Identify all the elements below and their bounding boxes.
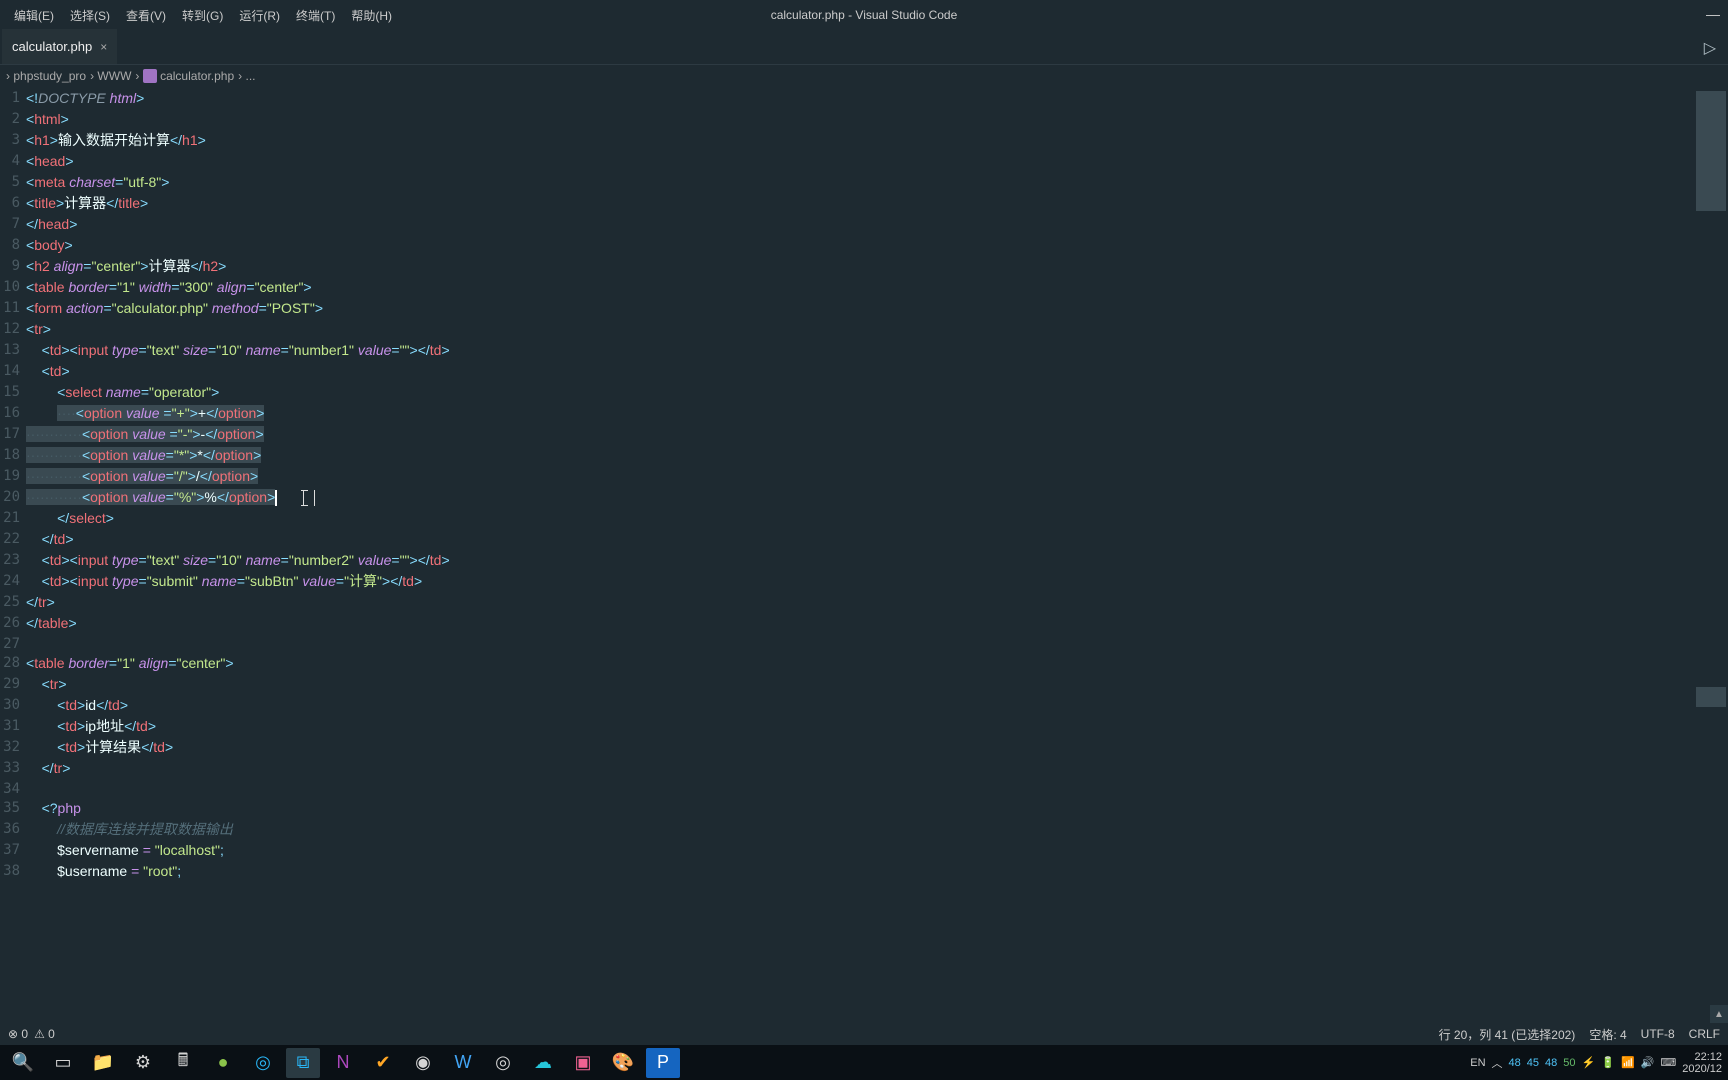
tray-temp2[interactable]: 45 — [1527, 1057, 1539, 1069]
menu-edit[interactable]: 编辑(E) — [6, 7, 62, 24]
taskbar-check-icon[interactable]: ✔ — [366, 1048, 400, 1078]
status-cursor-pos[interactable]: 行 20，列 41 (已选择202) — [1439, 1026, 1576, 1043]
scroll-up-icon[interactable]: ▲ — [1710, 1005, 1728, 1023]
taskbar-paint-icon[interactable]: 🎨 — [606, 1048, 640, 1078]
status-eol[interactable]: CRLF — [1689, 1027, 1720, 1041]
breadcrumb: › phpstudy_pro › WWW › calculator.php › … — [0, 65, 1728, 87]
taskbar-word-icon[interactable]: W — [446, 1048, 480, 1078]
menu-terminal[interactable]: 终端(T) — [288, 7, 343, 24]
status-bar: ⊗ 0 ⚠ 0 行 20，列 41 (已选择202) 空格: 4 UTF-8 C… — [0, 1023, 1728, 1045]
tray-temp3[interactable]: 48 — [1545, 1057, 1557, 1069]
taskbar-settings-icon[interactable]: ⚙ — [126, 1048, 160, 1078]
tab-calculator[interactable]: calculator.php × — [2, 29, 117, 64]
taskbar-calculator-icon[interactable]: 🖩 — [166, 1048, 200, 1078]
taskbar-bili-icon[interactable]: ▣ — [566, 1048, 600, 1078]
menu-bar: 编辑(E) 选择(S) 查看(V) 转到(G) 运行(R) 终端(T) 帮助(H… — [0, 0, 1728, 30]
minimap[interactable] — [1684, 87, 1728, 1023]
tab-bar: calculator.php × ▷ — [0, 30, 1728, 65]
menu-select[interactable]: 选择(S) — [62, 7, 118, 24]
ibeam-cursor-icon — [303, 490, 315, 506]
run-icon[interactable]: ▷ — [1704, 38, 1716, 58]
crumb-www[interactable]: › WWW — [90, 69, 131, 83]
tray-bolt-icon[interactable]: ⚡ — [1582, 1056, 1596, 1069]
tray-battery-icon[interactable]: 🔋 — [1601, 1056, 1615, 1069]
menu-view[interactable]: 查看(V) — [118, 7, 174, 24]
crumb-phpstudy[interactable]: › phpstudy_pro — [6, 69, 86, 83]
taskbar-file-explorer-icon[interactable]: 📁 — [86, 1048, 120, 1078]
status-warnings[interactable]: ⚠ 0 — [34, 1027, 55, 1041]
php-file-icon — [143, 69, 157, 83]
taskbar-edge-icon[interactable]: ◎ — [246, 1048, 280, 1078]
crumb-more[interactable]: › ... — [238, 69, 255, 83]
tray-temp1[interactable]: 48 — [1509, 1057, 1521, 1069]
status-encoding[interactable]: UTF-8 — [1641, 1027, 1675, 1041]
taskbar-ps-icon[interactable]: P — [646, 1048, 680, 1078]
status-errors[interactable]: ⊗ 0 — [8, 1027, 28, 1041]
taskbar-flow-icon[interactable]: ☁ — [526, 1048, 560, 1078]
menu-goto[interactable]: 转到(G) — [174, 7, 231, 24]
tray-wifi-icon[interactable]: 📶 — [1621, 1056, 1635, 1069]
taskbar-360-icon[interactable]: ● — [206, 1048, 240, 1078]
tray-volume-icon[interactable]: 🔊 — [1641, 1056, 1655, 1069]
window-minimize[interactable]: — — [1706, 6, 1720, 22]
tray-keyboard-icon[interactable]: ⌨ — [1660, 1056, 1676, 1069]
crumb-file[interactable]: › calculator.php — [135, 69, 234, 84]
menu-help[interactable]: 帮助(H) — [343, 7, 400, 24]
taskbar-target-icon[interactable]: ◎ — [486, 1048, 520, 1078]
taskbar-chrome-icon[interactable]: ◉ — [406, 1048, 440, 1078]
window-title: calculator.php - Visual Studio Code — [771, 8, 958, 22]
tray-temp4[interactable]: 50 — [1563, 1057, 1575, 1069]
status-indent[interactable]: 空格: 4 — [1589, 1026, 1626, 1043]
menu-run[interactable]: 运行(R) — [231, 7, 288, 24]
tray-clock[interactable]: 22:122020/12 — [1682, 1051, 1722, 1075]
tray-chevron-up-icon[interactable]: ︿ — [1492, 1055, 1503, 1071]
system-tray: EN ︿ 48 45 48 50 ⚡ 🔋 📶 🔊 ⌨ 22:122020/12 — [1470, 1045, 1722, 1080]
tab-label: calculator.php — [12, 39, 92, 54]
taskbar: 🔍 ▭ 📁 ⚙ 🖩 ● ◎ ⧉ N ✔ ◉ W ◎ ☁ ▣ 🎨 P EN ︿ 4… — [0, 1045, 1728, 1080]
tray-ime[interactable]: EN — [1470, 1057, 1485, 1069]
text-cursor — [275, 490, 277, 506]
code-editor[interactable]: 1<!DOCTYPE html> 2<html> 3<h1>输入数据开始计算</… — [0, 87, 1728, 1023]
taskbar-search-icon[interactable]: 🔍 — [6, 1048, 40, 1078]
tab-close-icon[interactable]: × — [100, 40, 107, 54]
taskbar-vscode-icon[interactable]: ⧉ — [286, 1048, 320, 1078]
taskbar-taskview-icon[interactable]: ▭ — [46, 1048, 80, 1078]
taskbar-onenote-icon[interactable]: N — [326, 1048, 360, 1078]
